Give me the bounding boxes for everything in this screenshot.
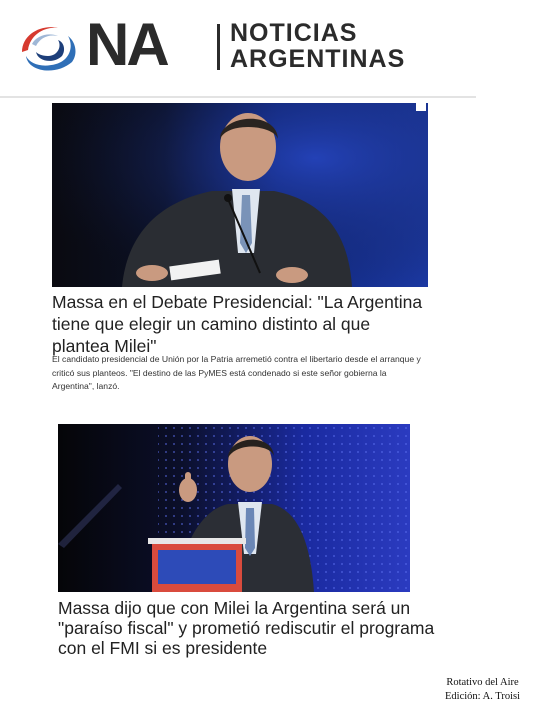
speaker-podium-photo-illustration: [58, 424, 410, 592]
article-card-1[interactable]: Massa en el Debate Presidencial: "La Arg…: [52, 103, 428, 403]
logo-line-2: ARGENTINAS: [230, 45, 406, 73]
logo-wordmark: NOTICIAS ARGENTINAS: [230, 20, 405, 72]
speaker-photo-illustration: [52, 103, 428, 287]
article-photo-2[interactable]: [58, 424, 410, 592]
article-headline-2[interactable]: Massa dijo que con Milei la Argentina se…: [58, 598, 438, 658]
article-photo-1[interactable]: [52, 103, 428, 287]
credit-editor: Edición: A. Troisi: [445, 691, 520, 702]
bookmark-icon[interactable]: [416, 103, 426, 111]
header-divider: [0, 96, 476, 98]
logo-divider: [217, 24, 220, 70]
article-headline-1[interactable]: Massa en el Debate Presidencial: "La Arg…: [52, 291, 430, 357]
site-logo[interactable]: NA NOTICIAS ARGENTINAS: [14, 11, 474, 78]
swirl-logo-icon: [22, 27, 76, 71]
logo-mark: NA: [86, 11, 170, 78]
credits-block: Rotativo del Aire Edición: A. Troisi: [445, 676, 520, 704]
article-summary-1: El candidato presidencial de Unión por l…: [52, 354, 421, 391]
logo-line-1: NOTICIAS: [230, 19, 358, 47]
credit-station: Rotativo del Aire: [446, 677, 519, 688]
